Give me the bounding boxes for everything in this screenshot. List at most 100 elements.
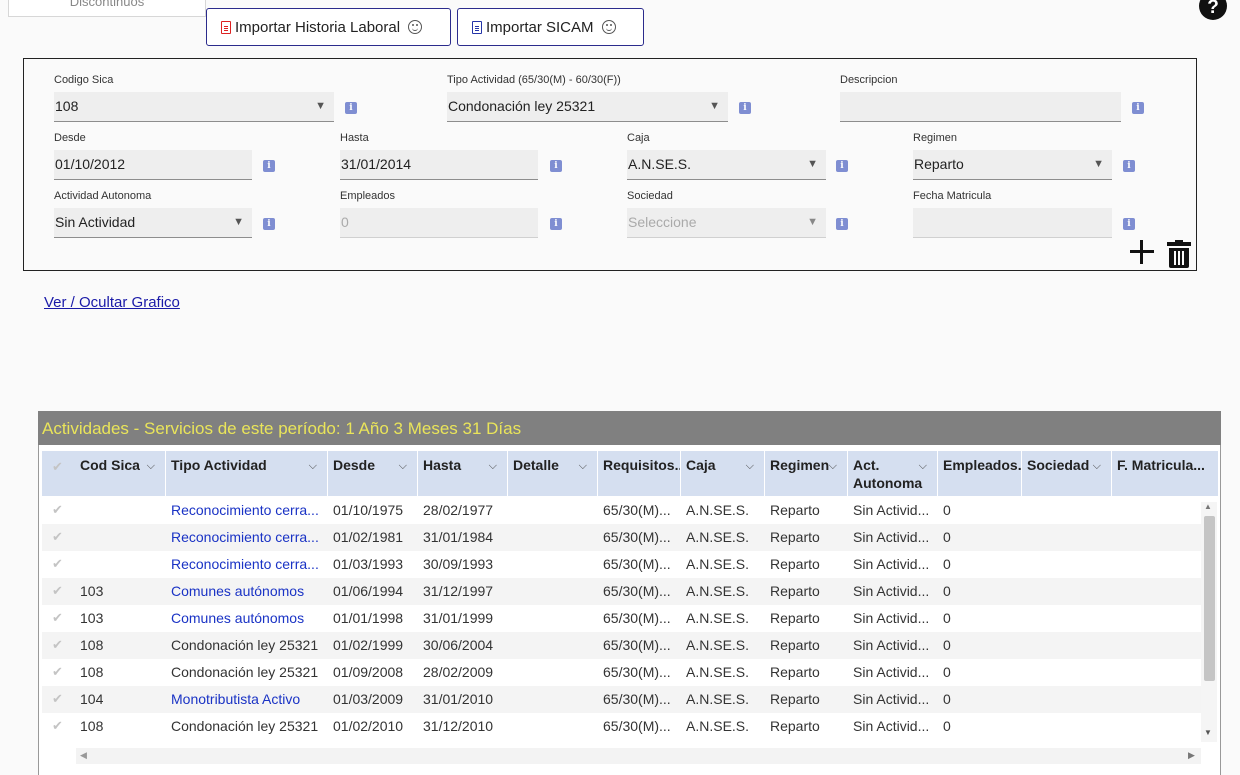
table-row[interactable]: ✔ 108 Condonación ley 25321 01/09/2008 28/02…	[42, 659, 1202, 686]
table-cell-hasta: 31/12/1997	[423, 583, 494, 599]
hasta-input[interactable]: 31/01/2014	[340, 150, 538, 180]
table-cell-act: Sin Activid...	[853, 583, 930, 599]
chevron-down-icon[interactable]: ⌵	[309, 457, 317, 475]
column-header[interactable]: Caja ⌵	[681, 451, 765, 496]
select-all-check-icon[interactable]: ✔	[52, 459, 63, 475]
table-cell-tipo[interactable]: Comunes autónomos	[166, 578, 328, 605]
chevron-down-icon[interactable]: ⌵	[399, 457, 407, 475]
table-cell-caja: A.N.SE.S.	[686, 583, 750, 599]
scroll-right-icon[interactable]: ▶	[1188, 750, 1195, 761]
tab-discontinuos[interactable]: Discontinuos	[8, 0, 206, 17]
desde-input[interactable]: 01/10/2012	[54, 150, 252, 180]
chevron-down-icon[interactable]: ⌵	[147, 457, 155, 475]
caja-select[interactable]: A.N.SE.S. ▼	[627, 150, 826, 180]
scroll-down-icon[interactable]: ▼	[1204, 728, 1212, 737]
table-row[interactable]: ✔ Reconocimiento cerra... 01/10/1975 28/02/…	[42, 497, 1202, 524]
table-row[interactable]: ✔ Reconocimiento cerra... 01/02/1981 31/01/…	[42, 524, 1202, 551]
chevron-down-icon[interactable]: ⌵	[829, 457, 837, 475]
scroll-up-icon[interactable]: ▲	[1204, 502, 1212, 511]
column-header[interactable]: Requisitos...	[598, 451, 681, 496]
import-historia-laboral-label: Importar Historia Laboral	[235, 18, 401, 36]
chevron-down-icon[interactable]: ⌵	[746, 457, 754, 475]
table-cell-act: Sin Activid...	[853, 502, 930, 518]
info-icon[interactable]: i	[345, 102, 357, 114]
info-icon[interactable]: i	[1123, 218, 1135, 230]
column-header[interactable]: F. Matricula...	[1112, 451, 1219, 496]
table-row[interactable]: ✔ 103 Comunes autónomos 01/01/1998 31/01/199…	[42, 605, 1202, 632]
row-check-icon[interactable]: ✔	[52, 718, 63, 734]
column-header[interactable]: Detalle ⌵	[508, 451, 598, 496]
sociedad-select[interactable]: Seleccione ▼	[627, 208, 826, 238]
info-icon[interactable]: i	[1123, 160, 1135, 172]
column-header-label: Regimen	[770, 457, 830, 473]
descripcion-input[interactable]	[840, 92, 1121, 122]
info-icon[interactable]: i	[550, 218, 562, 230]
info-icon[interactable]: i	[263, 160, 275, 172]
fecha-matricula-input[interactable]	[913, 208, 1112, 238]
info-icon[interactable]: i	[836, 218, 848, 230]
column-header[interactable]: Desde ⌵	[328, 451, 418, 496]
row-check-icon[interactable]: ✔	[52, 556, 63, 572]
row-check-icon[interactable]: ✔	[52, 610, 63, 626]
column-header-label: Cod Sica	[80, 457, 140, 473]
table-row[interactable]: ✔ 108 Condonación ley 25321 01/02/1999 30/06…	[42, 632, 1202, 659]
table-cell-hasta: 30/09/1993	[423, 556, 494, 572]
row-check-icon[interactable]: ✔	[52, 502, 63, 518]
horizontal-scrollbar[interactable]: ◀ ▶	[76, 748, 1201, 764]
info-icon[interactable]: i	[1132, 102, 1144, 114]
table-row[interactable]: ✔ Reconocimiento cerra... 01/03/1993 30/09/…	[42, 551, 1202, 578]
import-historia-laboral-button[interactable]: Importar Historia Laboral	[206, 8, 451, 46]
table-cell-tipo[interactable]: Reconocimiento cerra...	[166, 551, 328, 578]
table-cell-desde: 01/10/1975	[333, 502, 404, 518]
column-header-label: Desde	[333, 457, 376, 473]
chevron-down-icon[interactable]: ⌵	[489, 457, 497, 475]
table-cell-regimen: Reparto	[770, 529, 820, 545]
row-check-icon[interactable]: ✔	[52, 691, 63, 707]
empleados-value: 0	[341, 214, 349, 230]
column-header[interactable]: Empleados...	[938, 451, 1022, 496]
table-cell-tipo[interactable]: Comunes autónomos	[166, 605, 328, 632]
empleados-input[interactable]: 0	[340, 208, 538, 238]
table-cell-req: 65/30(M)...	[603, 502, 671, 518]
table-cell-emp: 0	[943, 610, 951, 626]
chevron-down-icon[interactable]: ⌵	[919, 457, 927, 475]
table-cell-desde: 01/02/2010	[333, 718, 404, 734]
table-cell-emp: 0	[943, 637, 951, 653]
column-header[interactable]: Tipo Actividad ⌵	[166, 451, 328, 496]
table-row[interactable]: ✔ 108 Condonación ley 25321 01/02/2010 31/12…	[42, 713, 1202, 740]
chevron-down-icon[interactable]: ⌵	[579, 457, 587, 475]
info-icon[interactable]: i	[836, 160, 848, 172]
chevron-down-icon[interactable]: ⌵	[1093, 457, 1101, 475]
column-header[interactable]: Cod Sica ⌵	[75, 451, 166, 496]
row-check-icon[interactable]: ✔	[52, 664, 63, 680]
info-icon[interactable]: i	[263, 218, 275, 230]
info-icon[interactable]: i	[550, 160, 562, 172]
table-row[interactable]: ✔ 104 Monotributista Activo 01/03/2009 31/01…	[42, 686, 1202, 713]
trash-icon[interactable]	[1167, 240, 1191, 268]
scroll-left-icon[interactable]: ◀	[80, 750, 87, 761]
help-icon[interactable]: ?	[1199, 0, 1227, 20]
table-cell-tipo[interactable]: Monotributista Activo	[166, 686, 328, 713]
row-check-icon[interactable]: ✔	[52, 637, 63, 653]
table-row[interactable]: ✔ 103 Comunes autónomos 01/06/1994 31/12/199…	[42, 578, 1202, 605]
import-sicam-button[interactable]: Importar SICAM	[457, 8, 644, 46]
row-check-icon[interactable]: ✔	[52, 529, 63, 545]
table-cell-tipo[interactable]: Reconocimiento cerra...	[166, 524, 328, 551]
toggle-chart-link[interactable]: Ver / Ocultar Grafico	[44, 294, 180, 311]
table-cell-tipo[interactable]: Reconocimiento cerra...	[166, 497, 328, 524]
scroll-thumb[interactable]	[1204, 516, 1215, 681]
add-icon[interactable]	[1130, 240, 1154, 264]
column-header[interactable]: Act. Autonoma ⌵	[848, 451, 938, 496]
regimen-select[interactable]: Reparto ▼	[913, 150, 1112, 180]
row-check-icon[interactable]: ✔	[52, 583, 63, 599]
codigo-sica-select[interactable]: 108 ▼	[54, 92, 334, 122]
column-header[interactable]: Regimen ⌵	[765, 451, 848, 496]
vertical-scrollbar[interactable]: ▲ ▼	[1201, 502, 1217, 742]
info-icon[interactable]: i	[739, 102, 751, 114]
actividad-autonoma-select[interactable]: Sin Actividad ▼	[54, 208, 252, 238]
table-cell-emp: 0	[943, 556, 951, 572]
table-cell-caja: A.N.SE.S.	[686, 691, 750, 707]
column-header[interactable]: Sociedad ⌵	[1022, 451, 1112, 496]
column-header[interactable]: Hasta ⌵	[418, 451, 508, 496]
tipo-actividad-select[interactable]: Condonación ley 25321 ▼	[447, 92, 728, 122]
